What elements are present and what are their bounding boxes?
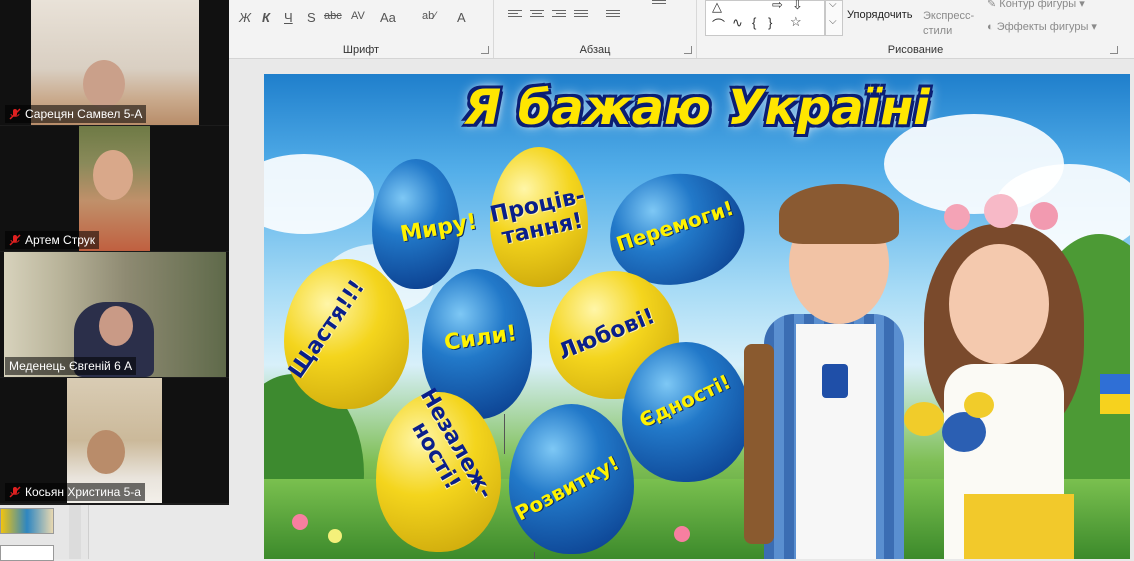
participant-name: Меденець Євгеній 6 А <box>9 359 133 373</box>
participant-face <box>93 150 133 200</box>
participant-name-tag: Сарецян Самвел 5-А <box>5 105 147 123</box>
participant-name: Сарецян Самвел 5-А <box>25 107 143 121</box>
shapes-more-button[interactable]: ⌵ ⌵ <box>825 0 843 36</box>
slide-thumbnail[interactable] <box>0 508 54 534</box>
participant-name: Артем Струк <box>25 233 95 247</box>
arrange-button[interactable]: Упорядочить <box>847 9 912 21</box>
align-left-icon[interactable] <box>508 10 522 20</box>
italic-button[interactable]: К <box>262 10 270 25</box>
backpack-strap <box>744 344 774 544</box>
flower-wreath <box>944 194 1074 234</box>
chevron-more-icon: ⌵ <box>829 16 837 27</box>
shapes-gallery[interactable]: △ ⌒ ∿ { } ☆ ⇩ ⇨ <box>705 0 825 36</box>
girl-skirt <box>964 494 1074 559</box>
participant-tile[interactable]: Косьян Христина 5-а <box>0 378 229 503</box>
char-spacing-button[interactable]: AV <box>351 10 365 22</box>
meadow-flower <box>328 529 342 543</box>
font-color-button[interactable]: A <box>457 10 466 25</box>
paragraph-dialog-launcher-icon[interactable] <box>684 46 692 54</box>
participant-name-tag: Косьян Христина 5-а <box>5 483 145 501</box>
shadow-button[interactable]: S <box>307 10 316 25</box>
shape-effects-button[interactable]: ◐ Эффекты фигуры ▾ <box>987 20 1097 33</box>
change-case-button[interactable]: Aa <box>380 10 396 25</box>
brace-left-shape-icon[interactable]: { <box>752 15 756 30</box>
font-group-label: Шрифт <box>342 44 380 56</box>
participant-tile[interactable]: Сарецян Самвел 5-А <box>0 0 229 125</box>
trident-icon <box>822 364 848 398</box>
arrow-shape-icon[interactable]: ⇩ <box>792 0 803 13</box>
participant-name-tag: Артем Струк <box>5 231 99 249</box>
columns-icon[interactable] <box>606 10 620 20</box>
drawing-dialog-launcher-icon[interactable] <box>1110 46 1118 54</box>
smartart-icon[interactable] <box>652 0 666 10</box>
justify-icon[interactable] <box>574 10 588 20</box>
girl-face <box>949 244 1049 364</box>
meadow-flower <box>292 514 308 530</box>
muted-mic-icon <box>9 486 21 498</box>
participant-name-tag: Меденець Євгеній 6 А <box>5 357 137 375</box>
shape-outline-button[interactable]: ✎ Контур фигуры ▾ <box>987 0 1085 10</box>
chevron-down-icon: ⌵ <box>829 0 837 10</box>
brace-right-shape-icon[interactable]: } <box>768 15 772 30</box>
balloon-string <box>534 552 535 559</box>
participant-tile[interactable]: Меденець Євгеній 6 А <box>0 252 229 377</box>
muted-mic-icon <box>9 108 21 120</box>
boy-tshirt <box>796 324 876 559</box>
curve-shape-icon[interactable]: ∿ <box>732 15 743 31</box>
star-shape-icon[interactable]: ☆ <box>790 14 802 30</box>
font-dialog-launcher-icon[interactable] <box>481 46 489 54</box>
underline-button[interactable]: Ч <box>284 10 293 25</box>
slide-title: Я бажаю Україні <box>464 80 930 136</box>
participant-name: Косьян Христина 5-а <box>25 485 141 499</box>
align-right-icon[interactable] <box>552 10 566 20</box>
highlight-icon[interactable]: ab⁄ <box>422 10 436 22</box>
boy-hair <box>779 184 899 244</box>
girl-illustration <box>904 194 1104 559</box>
arrow-right-shape-icon[interactable]: ⇨ <box>772 0 783 13</box>
muted-mic-icon <box>9 234 21 246</box>
drawing-group: △ ⌒ ∿ { } ☆ ⇩ ⇨ ⌵ ⌵ Упорядочить Экспресс… <box>697 0 1134 58</box>
shape-outline-label: Контур фигуры <box>999 0 1077 10</box>
participant-face <box>87 430 125 474</box>
ukraine-flag <box>1100 374 1130 414</box>
participant-face <box>83 60 125 108</box>
slide-canvas[interactable]: Я бажаю Україні Миру! Проців- тання! Пер… <box>264 74 1130 559</box>
cloud <box>264 154 374 234</box>
bouquet <box>904 392 994 462</box>
paragraph-group-label: Абзац <box>579 44 611 56</box>
shape-outline-icon: ✎ <box>987 0 1000 10</box>
bold-button[interactable]: Ж <box>239 10 251 25</box>
arc-shape-icon[interactable]: ⌒ <box>712 15 725 34</box>
triangle-shape-icon[interactable]: △ <box>712 0 722 15</box>
drawing-group-label: Рисование <box>887 44 944 56</box>
quick-styles-button[interactable]: Экспресс- стили <box>923 9 983 39</box>
video-participants-panel: Сарецян Самвел 5-А Артем Струк Меденець … <box>0 0 229 505</box>
meadow-flower <box>674 526 690 542</box>
strikethrough-button[interactable]: abc <box>324 10 342 22</box>
shape-effects-label: Эффекты фигуры <box>996 21 1089 33</box>
align-center-icon[interactable] <box>530 10 544 20</box>
participant-face <box>99 306 133 346</box>
shape-effects-icon: ◐ <box>987 21 997 33</box>
balloon-string <box>504 414 505 454</box>
font-group: Ж К Ч S abc AV Aa ab⁄ A Шрифт <box>229 0 494 58</box>
paragraph-group: Абзац <box>494 0 697 58</box>
participant-tile[interactable]: Артем Струк <box>0 126 229 251</box>
